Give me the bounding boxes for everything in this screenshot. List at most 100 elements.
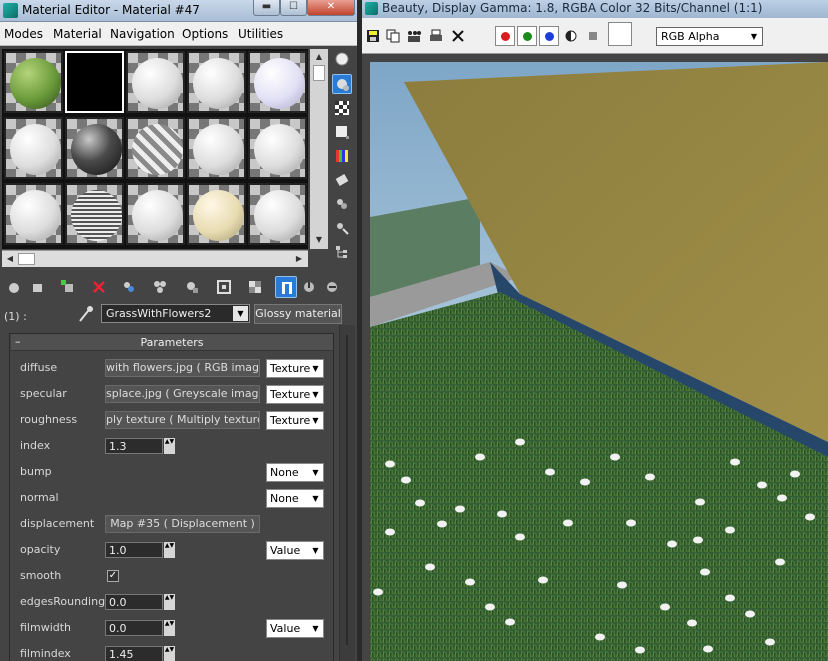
smooth-checkbox[interactable]: ✓ xyxy=(107,570,119,582)
opacity-spinner[interactable]: 1.0 ▲▼ xyxy=(105,542,177,558)
material-name-field[interactable]: GrassWithFlowers2 ▼ xyxy=(101,304,250,323)
maximize-button[interactable]: ☐ xyxy=(280,0,307,16)
filmindex-spinner[interactable]: 1.45 ▲▼ xyxy=(105,646,177,661)
assign-material-button[interactable] xyxy=(57,276,79,298)
spinner-arrows[interactable]: ▲▼ xyxy=(164,646,175,661)
scroll-thumb[interactable] xyxy=(313,65,325,81)
material-slot[interactable] xyxy=(4,117,63,179)
spinner-arrows[interactable]: ▲▼ xyxy=(164,594,175,610)
param-row-filmwidth: filmwidth 0.0 ▲▼ Value ▼ xyxy=(10,618,335,640)
material-slot[interactable] xyxy=(187,51,246,113)
backlight-button[interactable] xyxy=(332,74,352,94)
color-swatch[interactable] xyxy=(608,22,632,46)
specular-map-button[interactable]: splace.jpg ( Greyscale image ) xyxy=(105,385,260,403)
minimize-button[interactable]: ▬ xyxy=(253,0,280,16)
material-slot[interactable] xyxy=(126,183,185,245)
panel-scrollbar[interactable] xyxy=(339,325,355,661)
sample-uv-button[interactable] xyxy=(332,122,352,142)
filmwidth-mode-select[interactable]: Value ▼ xyxy=(266,619,324,638)
green-channel-toggle[interactable] xyxy=(517,26,537,46)
menu-options[interactable]: Options xyxy=(182,27,228,41)
scroll-up-arrow[interactable]: ▲ xyxy=(312,50,326,64)
material-slot[interactable] xyxy=(248,117,307,179)
blue-channel-toggle[interactable] xyxy=(539,26,559,46)
material-slot[interactable] xyxy=(248,51,307,113)
flower xyxy=(373,588,383,596)
options-button[interactable] xyxy=(332,194,352,214)
slots-vertical-scrollbar[interactable]: ▲ ▼ xyxy=(310,49,328,249)
material-navigator-button[interactable] xyxy=(332,242,352,262)
pick-material-button[interactable] xyxy=(78,305,94,323)
menu-modes[interactable]: Modes xyxy=(4,27,43,41)
diffuse-map-button[interactable]: with flowers.jpg ( RGB image ) xyxy=(105,359,260,377)
material-slot[interactable] xyxy=(4,183,63,245)
normal-mode-select[interactable]: None ▼ xyxy=(266,489,324,508)
select-by-material-button[interactable] xyxy=(332,218,352,238)
red-channel-toggle[interactable] xyxy=(495,26,515,46)
spinner-arrows[interactable]: ▲▼ xyxy=(164,620,175,636)
roughness-mode-select[interactable]: Texture ▼ xyxy=(266,411,324,430)
print-image-button[interactable] xyxy=(427,27,445,45)
scroll-thumb-h[interactable] xyxy=(18,253,35,265)
displacement-map-button[interactable]: Map #35 ( Displacement ) xyxy=(105,515,260,533)
show-end-result-button[interactable] xyxy=(275,276,297,298)
index-input[interactable]: 1.3 xyxy=(105,438,163,454)
get-material-button[interactable] xyxy=(4,276,26,298)
sample-type-button[interactable] xyxy=(332,49,352,69)
bump-mode-select[interactable]: None ▼ xyxy=(266,463,324,482)
material-slot[interactable] xyxy=(65,117,124,179)
material-slot[interactable] xyxy=(126,117,185,179)
reset-material-button[interactable] xyxy=(88,276,110,298)
select-value: None xyxy=(270,492,299,505)
filmwidth-input[interactable]: 0.0 xyxy=(105,620,163,636)
close-button[interactable]: ✕ xyxy=(307,0,355,16)
menu-utilities[interactable]: Utilities xyxy=(238,27,283,41)
monochrome-toggle[interactable] xyxy=(562,27,580,45)
show-map-button[interactable] xyxy=(244,276,266,298)
save-image-button[interactable] xyxy=(364,27,382,45)
go-to-parent-button[interactable] xyxy=(298,276,320,298)
diffuse-mode-select[interactable]: Texture ▼ xyxy=(266,359,324,378)
background-button[interactable] xyxy=(332,98,352,118)
make-copy-button[interactable] xyxy=(118,276,140,298)
chevron-down-icon[interactable]: ▼ xyxy=(233,306,248,321)
menu-material[interactable]: Material xyxy=(53,27,102,41)
video-color-check-button[interactable] xyxy=(332,146,352,166)
put-material-button[interactable] xyxy=(27,276,49,298)
material-slot[interactable] xyxy=(65,183,124,245)
spinner-arrows[interactable]: ▲▼ xyxy=(164,542,175,558)
material-slot[interactable] xyxy=(248,183,307,245)
filmwidth-spinner[interactable]: 0.0 ▲▼ xyxy=(105,620,177,636)
opacity-mode-select[interactable]: Value ▼ xyxy=(266,541,324,560)
specular-mode-select[interactable]: Texture ▼ xyxy=(266,385,324,404)
slots-horizontal-scrollbar[interactable]: ◀ ▶ xyxy=(2,250,308,267)
material-slot[interactable] xyxy=(4,51,63,113)
put-to-library-button[interactable] xyxy=(181,276,203,298)
make-unique-button[interactable] xyxy=(149,276,171,298)
edges-rounding-spinner[interactable]: 0.0 ▲▼ xyxy=(105,594,177,610)
alpha-toggle[interactable] xyxy=(584,27,602,45)
material-slot[interactable] xyxy=(187,183,246,245)
parameters-rollout-header[interactable]: – Parameters xyxy=(11,334,333,351)
scroll-right-arrow[interactable]: ▶ xyxy=(292,252,306,266)
menu-navigation[interactable]: Navigation xyxy=(110,27,175,41)
index-spinner[interactable]: 1.3 ▲▼ xyxy=(105,438,177,454)
spinner-arrows[interactable]: ▲▼ xyxy=(164,438,175,454)
scroll-down-arrow[interactable]: ▼ xyxy=(312,233,326,247)
scroll-left-arrow[interactable]: ◀ xyxy=(3,252,17,266)
material-type-button[interactable]: Glossy material xyxy=(254,304,342,324)
roughness-map-button[interactable]: ply texture ( Multiply texture ) xyxy=(105,411,260,429)
clone-frame-button[interactable] xyxy=(405,27,423,45)
material-slot[interactable] xyxy=(187,117,246,179)
channel-select[interactable]: RGB Alpha ▼ xyxy=(656,27,763,46)
material-slot[interactable] xyxy=(65,51,124,113)
material-id-button[interactable] xyxy=(213,276,235,298)
opacity-input[interactable]: 1.0 xyxy=(105,542,163,558)
filmindex-input[interactable]: 1.45 xyxy=(105,646,163,661)
go-forward-sibling-button[interactable] xyxy=(321,276,343,298)
clear-frame-button[interactable] xyxy=(449,27,467,45)
copy-image-button[interactable] xyxy=(384,27,402,45)
edges-rounding-input[interactable]: 0.0 xyxy=(105,594,163,610)
material-slot[interactable] xyxy=(126,51,185,113)
make-preview-button[interactable] xyxy=(332,170,352,190)
